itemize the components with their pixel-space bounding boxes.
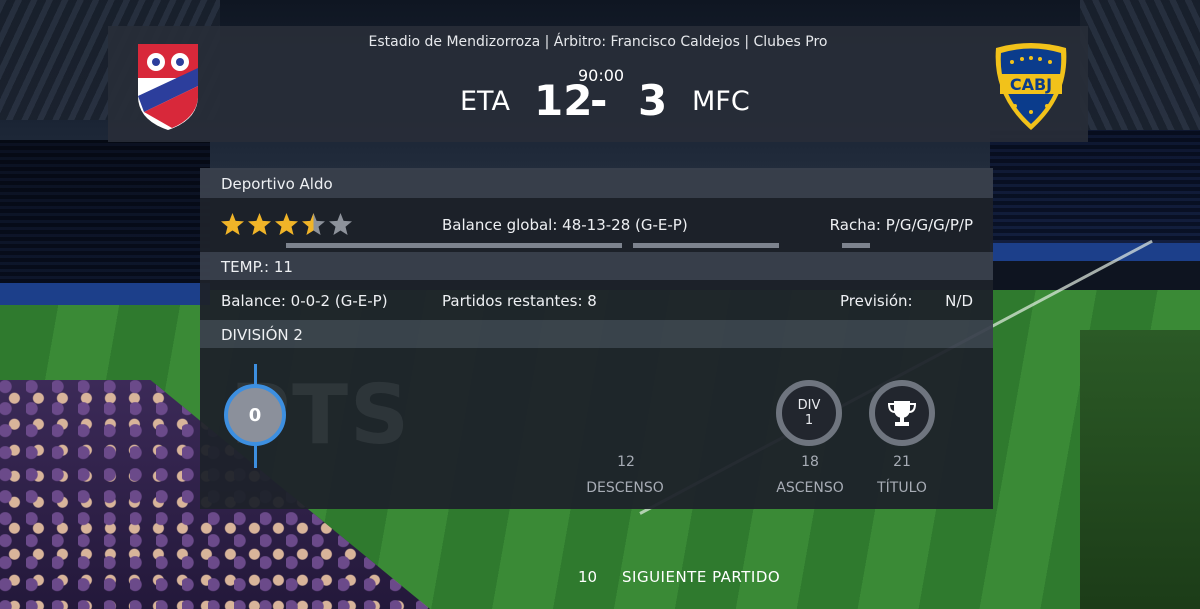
next-match-button[interactable]: SIGUIENTE PARTIDO bbox=[622, 568, 780, 586]
promotion-points: 18 bbox=[801, 454, 819, 470]
trophy-icon bbox=[887, 401, 917, 426]
promotion-badge-div: DIV bbox=[797, 398, 821, 413]
home-score: 12 bbox=[534, 76, 593, 125]
countdown-timer: 10 bbox=[578, 568, 598, 586]
match-info: Estadio de Mendizorroza | Árbitro: Franc… bbox=[368, 34, 828, 50]
season-header: TEMP.: 11 bbox=[200, 252, 993, 280]
star-icon bbox=[248, 213, 271, 235]
progress-track-segment bbox=[633, 243, 779, 248]
crowd-right bbox=[1080, 330, 1200, 609]
season-record: Balance: 0-0-2 (G-E-P) bbox=[221, 292, 388, 310]
club-name: Deportivo Aldo bbox=[221, 175, 333, 193]
promotion-label: ASCENSO bbox=[776, 480, 844, 496]
relegation-points: 12 bbox=[617, 454, 635, 470]
stand-left bbox=[0, 140, 210, 300]
home-team-abbr: ETA bbox=[460, 86, 510, 117]
forecast-value: N/D bbox=[945, 292, 973, 310]
relegation-label: DESCENSO bbox=[586, 480, 664, 496]
division-label: DIVISIÓN 2 bbox=[221, 326, 303, 344]
star-icon bbox=[275, 213, 298, 235]
promotion-badge: DIV 1 bbox=[776, 380, 842, 446]
away-score: 3 bbox=[638, 76, 668, 125]
adboard-right bbox=[990, 243, 1200, 261]
stand-right bbox=[990, 130, 1200, 250]
club-header: Deportivo Aldo bbox=[200, 168, 993, 198]
current-points-marker: 0 bbox=[224, 384, 286, 446]
forecast-label: Previsión: bbox=[840, 292, 913, 310]
overall-record: Balance global: 48-13-28 (G-E-P) bbox=[442, 216, 688, 234]
home-crest-icon bbox=[138, 44, 198, 130]
season-label: TEMP.: 11 bbox=[221, 258, 293, 276]
club-rating bbox=[220, 212, 353, 237]
star-icon bbox=[221, 213, 244, 235]
progress-track bbox=[286, 243, 622, 248]
promotion-badge-number: 1 bbox=[804, 413, 814, 428]
title-badge bbox=[869, 380, 935, 446]
season-row: Balance: 0-0-2 (G-E-P) Partidos restante… bbox=[200, 280, 993, 320]
title-label: TÍTULO bbox=[877, 480, 927, 496]
stadium-roof-right bbox=[1080, 0, 1200, 140]
away-crest-text: CABJ bbox=[1010, 75, 1052, 94]
score-separator: - bbox=[590, 76, 608, 125]
away-team-abbr: MFC bbox=[692, 86, 750, 117]
star-icon bbox=[302, 213, 325, 235]
title-points: 21 bbox=[893, 454, 911, 470]
remaining-matches: Partidos restantes: 8 bbox=[442, 292, 597, 310]
progress-track-end bbox=[842, 243, 870, 248]
star-icon bbox=[329, 213, 352, 235]
adboard-left bbox=[0, 283, 210, 305]
division-header: DIVISIÓN 2 bbox=[200, 320, 993, 348]
scoreboard: Estadio de Mendizorroza | Árbitro: Franc… bbox=[108, 26, 1088, 142]
form-streak: Racha: P/G/G/G/P/P bbox=[829, 216, 973, 234]
away-crest-icon: CABJ bbox=[995, 43, 1067, 130]
